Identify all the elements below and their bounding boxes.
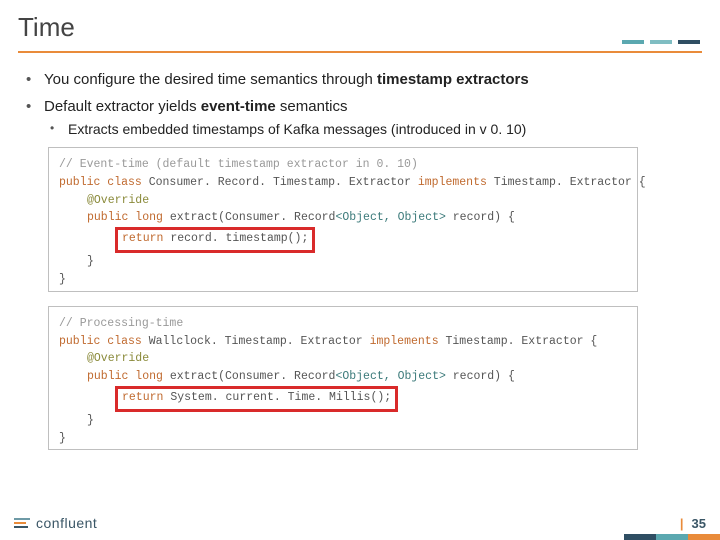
brand-mark-icon (14, 518, 30, 528)
brand-logo: confluent (14, 515, 97, 531)
bullet-2-bold: event-time (201, 98, 276, 115)
code-annotation: @Override (59, 350, 627, 368)
brand-name: confluent (36, 515, 97, 531)
bullet-2-post: semantics (276, 98, 348, 115)
code-box-processing-time: // Processing-time public class Wallcloc… (48, 306, 638, 451)
code-annotation: @Override (59, 192, 627, 210)
bullet-2-pre: Default extractor yields (44, 98, 201, 115)
code-box-event-time: // Event-time (default timestamp extract… (48, 147, 638, 292)
slide-content: You configure the desired time semantics… (0, 53, 720, 450)
accent-bar (622, 40, 700, 44)
footer-accent-band (624, 534, 720, 540)
slide-title: Time (18, 12, 702, 43)
footer-separator: | (680, 516, 684, 531)
bullet-2: Default extractor yields event-time sema… (26, 98, 694, 137)
code-comment: // Processing-time (59, 315, 627, 333)
bullet-1-text: You configure the desired time semantics… (44, 71, 377, 88)
page-number: 35 (692, 516, 706, 531)
bullet-1: You configure the desired time semantics… (26, 71, 694, 88)
code-line: } (59, 253, 627, 271)
code-comment: // Event-time (default timestamp extract… (59, 156, 627, 174)
code-line: } (59, 271, 627, 289)
code-highlight-return: return System. current. Time. Millis(); (59, 386, 627, 412)
code-line: public class Consumer. Record. Timestamp… (59, 174, 627, 192)
code-line: public long extract(Consumer. Record<Obj… (59, 368, 627, 386)
code-line: } (59, 412, 627, 430)
code-highlight-return: return record. timestamp(); (59, 227, 627, 253)
slide-footer: confluent | 35 (0, 506, 720, 540)
code-line: } (59, 430, 627, 448)
sub-bullet-1: Extracts embedded timestamps of Kafka me… (44, 121, 694, 137)
bullet-1-bold: timestamp extractors (377, 71, 529, 88)
code-line: public class Wallclock. Timestamp. Extra… (59, 333, 627, 351)
code-line: public long extract(Consumer. Record<Obj… (59, 209, 627, 227)
